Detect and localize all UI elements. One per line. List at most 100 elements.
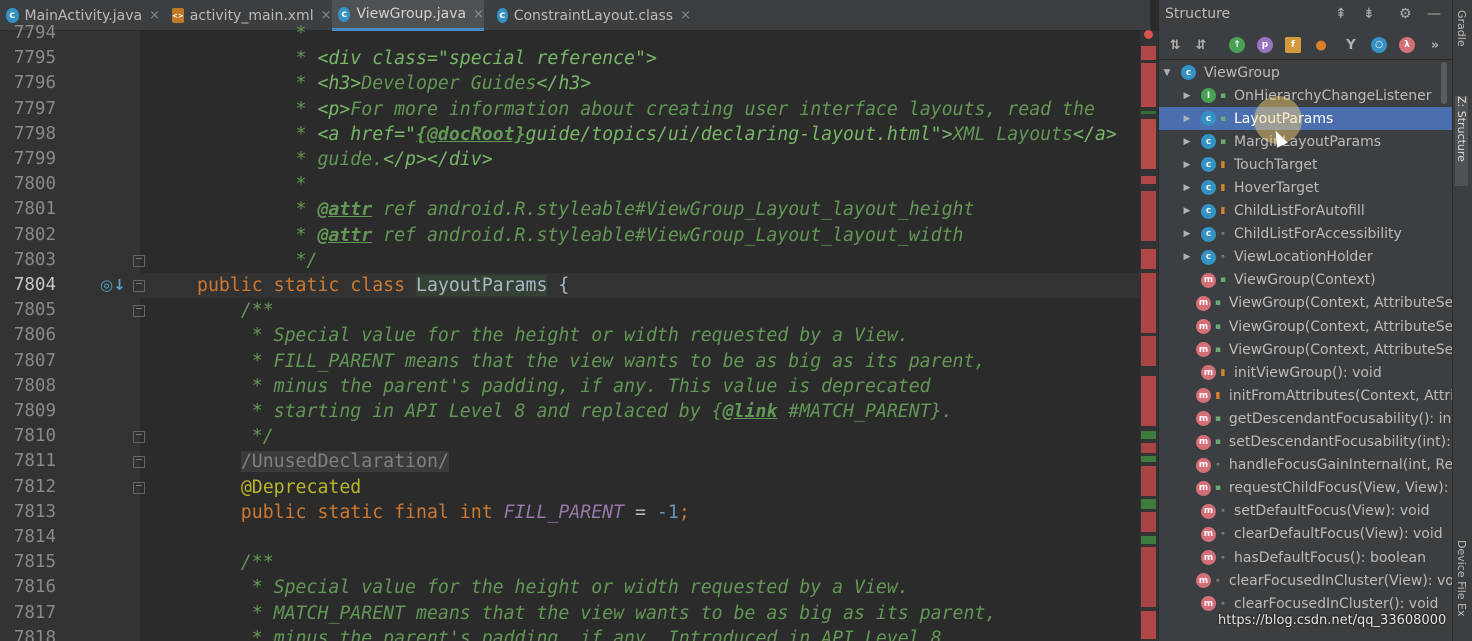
expand-arrow-icon[interactable]: ▼ <box>1161 68 1173 78</box>
expand-arrow-icon[interactable]: ▶ <box>1181 160 1193 170</box>
code-line: 7794 * <box>0 21 1140 46</box>
stripe-marker[interactable] <box>1141 443 1156 453</box>
error-indicator-icon[interactable] <box>1144 30 1153 39</box>
tree-item[interactable]: ▶m∘hasDefaultFocus(): boolean <box>1159 546 1453 569</box>
show-inherited-icon[interactable]: ↑ <box>1229 37 1245 53</box>
line-number: 7809 <box>13 401 56 421</box>
stripe-marker[interactable] <box>1141 547 1156 607</box>
tree-item[interactable]: ▶ c ▮ ChildListForAutofill <box>1159 200 1453 223</box>
expand-arrow-icon[interactable]: ▶ <box>1181 206 1193 216</box>
error-stripe[interactable] <box>1140 31 1158 641</box>
package-visibility-icon: ∘ <box>1215 460 1221 471</box>
expand-arrow-icon[interactable]: ▶ <box>1181 229 1193 239</box>
stripe-marker[interactable] <box>1141 456 1156 462</box>
show-non-public-icon[interactable]: ● <box>1313 37 1329 53</box>
code-token: </p></div> <box>383 149 493 170</box>
tree-item[interactable]: ▶m▪ViewGroup(Context) <box>1159 269 1453 292</box>
expand-arrow-icon[interactable]: ▶ <box>1181 114 1193 124</box>
stripe-marker[interactable] <box>1141 431 1156 439</box>
tree-item[interactable]: ▶ c ▪ LayoutParams <box>1159 107 1453 131</box>
tree-item[interactable]: ▶m▪setDescendantFocusability(int): v <box>1159 431 1453 454</box>
tree-item[interactable]: ▶m▮initFromAttributes(Context, Attri <box>1159 384 1453 407</box>
stripe-marker[interactable] <box>1141 336 1156 366</box>
stripe-marker[interactable] <box>1141 249 1156 269</box>
line-number: 7794 <box>13 23 56 43</box>
collapse-all-icon[interactable]: ⇟ <box>1363 6 1375 22</box>
structure-scrollbar[interactable] <box>1441 62 1447 104</box>
expand-arrow-icon[interactable]: ▶ <box>1181 137 1193 147</box>
line-number: 7803 <box>13 249 56 270</box>
gradle-tool-tab[interactable]: Gradle <box>1455 10 1468 47</box>
expand-arrow-icon[interactable]: ▶ <box>1181 252 1193 262</box>
gear-icon[interactable]: ⚙ <box>1399 6 1412 22</box>
tree-root[interactable]: ▼ c ViewGroup <box>1159 61 1453 84</box>
fold-marker-icon[interactable] <box>133 305 145 318</box>
close-tab-icon[interactable]: × <box>473 7 484 22</box>
structure-tool-tab[interactable]: Z: Structure <box>1455 96 1468 186</box>
stripe-marker[interactable] <box>1141 273 1156 333</box>
stripe-marker[interactable] <box>1141 376 1156 426</box>
code-token: public static final int <box>197 501 504 523</box>
fold-marker-icon[interactable] <box>133 481 145 494</box>
fold-marker-icon[interactable] <box>133 456 145 469</box>
implemented-marker-icon[interactable]: ◎↓ <box>100 276 126 294</box>
stripe-marker[interactable] <box>1141 466 1156 496</box>
tree-item[interactable]: ▶m▪requestChildFocus(View, View): v <box>1159 477 1453 500</box>
tree-item[interactable]: ▶m∘clearDefaultFocus(View): void <box>1159 523 1453 546</box>
tree-item[interactable]: ▶m▪ViewGroup(Context, AttributeSe <box>1159 338 1453 361</box>
stripe-marker[interactable] <box>1141 611 1156 639</box>
tree-item[interactable]: ▶ c ∘ ChildListForAccessibility <box>1159 223 1453 246</box>
tree-item[interactable]: ▶m∘clearFocusedInCluster(View): voi <box>1159 569 1453 592</box>
tree-item[interactable]: ▶m▮initViewGroup(): void <box>1159 361 1453 384</box>
method-icon: m <box>1201 365 1216 381</box>
code-line: 7801 * @attr ref android.R.styleable#Vie… <box>0 197 1140 222</box>
code-line: 7807 * FILL_PARENT means that the view w… <box>0 349 1140 374</box>
tree-item[interactable]: ▶ c ▮ TouchTarget <box>1159 153 1453 176</box>
line-number: 7802 <box>13 224 56 245</box>
tree-item[interactable]: ▶m▪getDescendantFocusability(): int <box>1159 407 1453 430</box>
class-icon: c <box>1181 65 1196 80</box>
stripe-marker[interactable] <box>1141 46 1156 60</box>
code-text: * Special value for the height or width … <box>197 575 909 600</box>
show-lambda-icon[interactable]: λ <box>1399 37 1415 53</box>
tree-item[interactable]: ▶m▪ViewGroup(Context, AttributeSe <box>1159 292 1453 315</box>
stripe-marker[interactable] <box>1141 176 1156 184</box>
show-lambdas-icon[interactable]: Y <box>1343 37 1359 53</box>
tree-item[interactable]: ▶m∘handleFocusGainInternal(int, Re <box>1159 454 1453 477</box>
expand-arrow-icon[interactable]: ▶ <box>1181 183 1193 193</box>
stripe-marker[interactable] <box>1141 512 1156 532</box>
tree-item[interactable]: ▶m▪ViewGroup(Context, AttributeSe <box>1159 315 1453 338</box>
tree-item[interactable]: ▶ c ▪ MarginLayoutParams <box>1159 130 1453 153</box>
hide-panel-icon[interactable]: — <box>1427 6 1441 22</box>
show-fields-icon[interactable]: f <box>1285 37 1301 53</box>
code-line: 7799 * guide.</p></div> <box>0 147 1140 172</box>
sort-by-visibility-icon[interactable]: ⇅ <box>1167 37 1183 53</box>
expand-all-icon[interactable]: ⇞ <box>1335 6 1347 22</box>
show-properties-icon[interactable]: p <box>1257 37 1273 53</box>
tree-item[interactable]: ▶ c ∘ ViewLocationHolder <box>1159 246 1453 269</box>
tree-item[interactable]: ▶m∘clearFocusedInCluster(): void <box>1159 592 1453 615</box>
tree-item[interactable]: ▶ I ▪ OnHierarchyChangeListener <box>1159 84 1453 107</box>
package-visibility-icon: ∘ <box>1220 229 1226 240</box>
stripe-marker[interactable] <box>1141 191 1156 241</box>
stripe-marker[interactable] <box>1141 63 1156 107</box>
tree-item[interactable]: ▶ c ▮ HoverTarget <box>1159 176 1453 199</box>
code-text: * minus the parent's padding, if any. In… <box>197 626 953 641</box>
code-text: * <h3>Developer Guides</h3> <box>197 71 592 96</box>
fold-marker-icon[interactable] <box>133 431 145 444</box>
fold-marker-icon[interactable] <box>133 280 145 292</box>
expand-arrow-icon[interactable]: ▶ <box>1181 91 1193 101</box>
tree-item[interactable]: ▶m∘setDefaultFocus(View): void <box>1159 500 1453 523</box>
tree-item-label: ChildListForAccessibility <box>1234 226 1402 243</box>
stripe-marker[interactable] <box>1141 111 1156 114</box>
device-file-tool-tab[interactable]: Device File Ex <box>1455 540 1468 616</box>
method-icon: m <box>1201 272 1216 288</box>
stripe-marker[interactable] <box>1141 536 1156 544</box>
fold-marker-icon[interactable] <box>133 254 145 267</box>
stripe-marker[interactable] <box>1141 499 1156 509</box>
show-anonymous-icon[interactable]: ○ <box>1371 37 1387 53</box>
method-icon: m <box>1201 526 1216 542</box>
stripe-marker[interactable] <box>1141 119 1156 169</box>
sort-alphabetically-icon[interactable]: ⇵ <box>1193 37 1209 53</box>
more-options-icon[interactable]: » <box>1427 37 1443 53</box>
